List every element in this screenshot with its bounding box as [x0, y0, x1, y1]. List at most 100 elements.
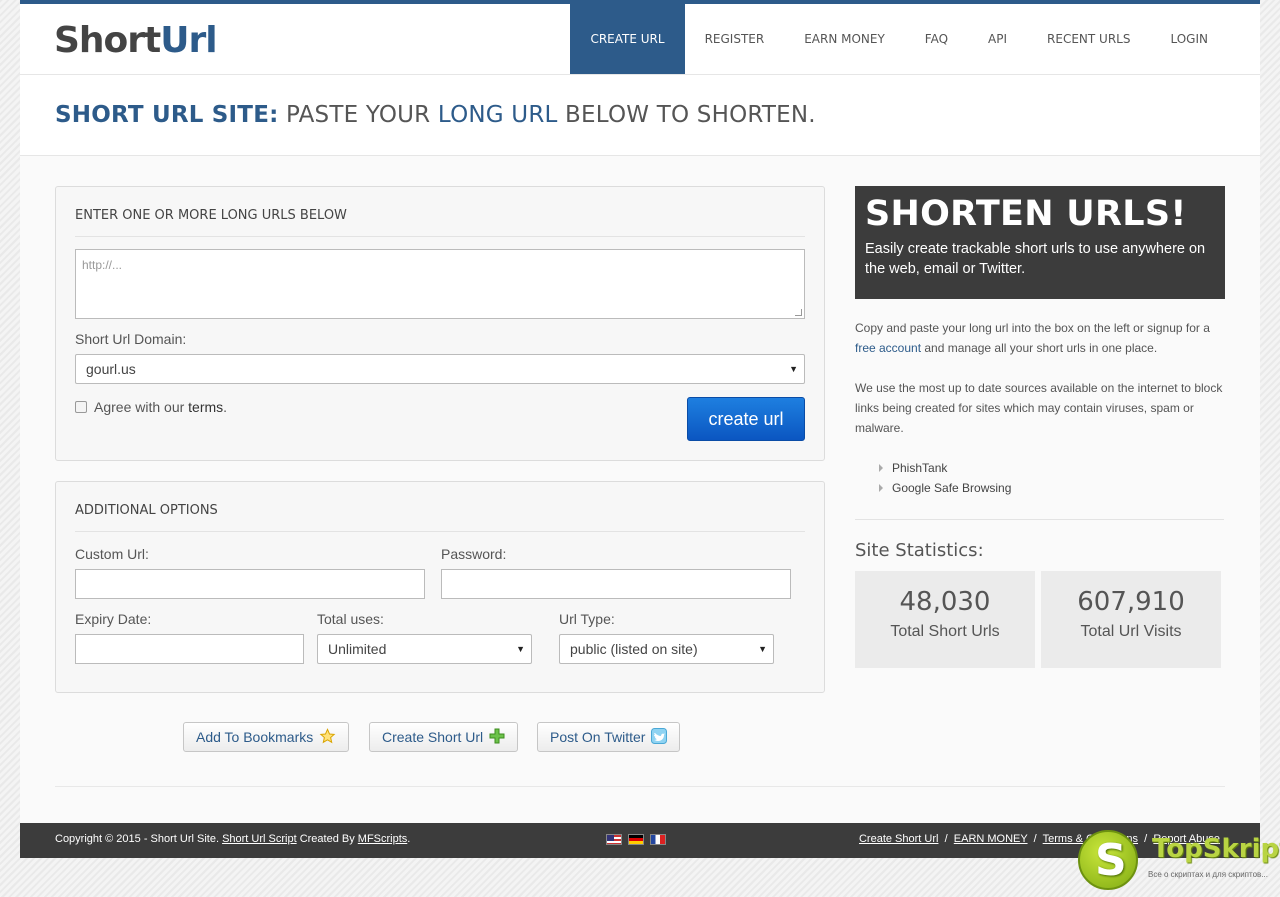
free-account-link[interactable]: free account — [855, 341, 921, 355]
expiry-label: Expiry Date: — [75, 611, 152, 627]
twitter-icon — [651, 725, 668, 753]
options-panel-title: ADDITIONAL OPTIONS — [75, 503, 218, 518]
stat-label: Total Url Visits — [1080, 623, 1182, 640]
create-short-url-label: Create Short Url — [382, 729, 484, 745]
total-uses-value: Unlimited — [328, 641, 387, 657]
password-input[interactable] — [441, 569, 791, 599]
post-on-twitter-button[interactable]: Post On Twitter — [537, 722, 681, 753]
long-urls-textarea[interactable]: http://... — [75, 249, 805, 319]
watermark-brand: TopSkript — [1152, 834, 1280, 864]
total-uses-label: Total uses: — [317, 611, 384, 627]
title-band: SHORT URL SITE: PASTE YOUR LONG URL BELO… — [20, 75, 1260, 156]
promo-box: SHORTEN URLS! Easily create trackable sh… — [855, 186, 1225, 299]
info-paragraph-2: We use the most up to date sources avail… — [855, 381, 1223, 435]
stat-label: Total Short Urls — [890, 623, 1000, 640]
promo-text: Easily create trackable short urls to us… — [865, 241, 1206, 277]
watermark-logo: S TopSkript Все о скриптах и для скрипто… — [1078, 830, 1280, 892]
author-link[interactable]: MFScripts — [358, 833, 408, 845]
watermark-letter: S — [1095, 835, 1127, 886]
options-panel: ADDITIONAL OPTIONS Custom Url: Password:… — [55, 481, 825, 693]
footer-separator: / — [944, 833, 948, 845]
page-title: SHORT URL SITE: PASTE YOUR LONG URL BELO… — [55, 102, 816, 128]
created-by-text: Created By — [296, 833, 358, 845]
stats-title: Site Statistics: — [855, 540, 984, 561]
url-type-label: Url Type: — [559, 611, 615, 627]
flag-english-icon[interactable] — [606, 834, 622, 845]
chevron-down-icon: ▼ — [516, 644, 525, 654]
footer-link-create[interactable]: Create Short Url — [859, 833, 938, 845]
sources-list: PhishTank Google Safe Browsing — [878, 458, 1011, 498]
list-item: Google Safe Browsing — [878, 478, 1011, 498]
nav-recent-urls[interactable]: RECENT URLS — [1027, 4, 1150, 74]
stat-total-short-urls: 48,030 Total Short Urls — [855, 571, 1035, 668]
info-p1-b: and manage all your short urls in one pl… — [921, 341, 1158, 355]
content-divider — [55, 786, 1225, 787]
custom-url-label: Custom Url: — [75, 546, 149, 562]
main-nav: CREATE URL REGISTER EARN MONEY FAQ API R… — [570, 4, 1228, 74]
shorten-panel-title: ENTER ONE OR MORE LONG URLS BELOW — [75, 208, 347, 223]
info-paragraph-1: Copy and paste your long url into the bo… — [855, 318, 1225, 358]
custom-url-input[interactable] — [75, 569, 425, 599]
copyright-text: Copyright © 2015 - Short Url Site. — [55, 833, 223, 845]
stat-total-url-visits: 607,910 Total Url Visits — [1041, 571, 1221, 668]
nav-create-url[interactable]: CREATE URL — [570, 4, 685, 74]
textarea-placeholder: http://... — [82, 258, 123, 272]
shorten-panel: ENTER ONE OR MORE LONG URLS BELOW http:/… — [55, 186, 825, 461]
title-bold: SHORT URL SITE: — [55, 102, 279, 128]
copyright-end: . — [407, 833, 411, 845]
promo-title: SHORTEN URLS! — [865, 194, 1187, 234]
bookmarks-label: Add To Bookmarks — [196, 729, 314, 745]
script-link[interactable]: Short Url Script — [222, 833, 297, 845]
nav-api[interactable]: API — [968, 4, 1027, 74]
agree-checkbox[interactable] — [75, 401, 87, 413]
domain-select[interactable]: gourl.us ▼ — [75, 354, 805, 384]
agree-label: Agree with our terms. — [94, 399, 227, 415]
add-to-bookmarks-button[interactable]: Add To Bookmarks — [183, 722, 350, 752]
logo-url: Url — [160, 20, 217, 61]
page: ShortUrl CREATE URL REGISTER EARN MONEY … — [20, 0, 1260, 858]
footer-copyright: Copyright © 2015 - Short Url Site. Short… — [55, 833, 410, 845]
chevron-down-icon: ▼ — [758, 644, 767, 654]
info-p1-a: Copy and paste your long url into the bo… — [855, 321, 1210, 335]
sidebar-divider — [855, 519, 1224, 520]
agree-suffix: . — [223, 399, 228, 415]
panel-divider — [75, 531, 805, 532]
site-logo[interactable]: ShortUrl — [54, 20, 218, 61]
url-type-select[interactable]: public (listed on site) ▼ — [559, 634, 774, 664]
stat-value: 607,910 — [1077, 587, 1185, 617]
create-url-button[interactable]: create url — [687, 397, 805, 441]
language-flags — [606, 834, 666, 845]
stat-value: 48,030 — [899, 587, 991, 617]
site-footer: Copyright © 2015 - Short Url Site. Short… — [20, 823, 1260, 858]
resize-handle[interactable] — [795, 309, 802, 316]
nav-faq[interactable]: FAQ — [905, 4, 968, 74]
domain-value: gourl.us — [86, 361, 136, 377]
watermark-badge-icon: S — [1078, 830, 1138, 890]
flag-german-icon[interactable] — [628, 834, 644, 845]
domain-label: Short Url Domain: — [75, 331, 187, 347]
terms-link[interactable]: terms — [188, 399, 223, 415]
create-short-url-button[interactable]: Create Short Url — [369, 722, 519, 753]
nav-register[interactable]: REGISTER — [685, 4, 785, 74]
panel-divider — [75, 236, 805, 237]
url-type-value: public (listed on site) — [570, 641, 698, 657]
title-highlight: LONG URL — [437, 102, 558, 128]
watermark-tagline: Все о скриптах и для скриптов... — [1148, 870, 1268, 879]
agree-prefix: Agree with our — [94, 399, 189, 415]
nav-login[interactable]: LOGIN — [1150, 4, 1228, 74]
plus-icon — [489, 725, 505, 753]
title-text-2: BELOW TO SHORTEN. — [557, 102, 816, 128]
footer-separator: / — [1033, 833, 1037, 845]
password-label: Password: — [441, 546, 507, 562]
expiry-date-input[interactable] — [75, 634, 304, 664]
list-item: PhishTank — [878, 458, 1011, 478]
chevron-down-icon: ▼ — [789, 364, 798, 374]
nav-earn-money[interactable]: EARN MONEY — [784, 4, 905, 74]
site-header: ShortUrl CREATE URL REGISTER EARN MONEY … — [20, 4, 1260, 75]
flag-french-icon[interactable] — [650, 834, 666, 845]
logo-short: Short — [54, 20, 161, 61]
post-on-twitter-label: Post On Twitter — [550, 729, 646, 745]
title-text-1: PASTE YOUR — [278, 102, 438, 128]
total-uses-select[interactable]: Unlimited ▼ — [317, 634, 532, 664]
footer-link-earn[interactable]: EARN MONEY — [954, 833, 1028, 845]
